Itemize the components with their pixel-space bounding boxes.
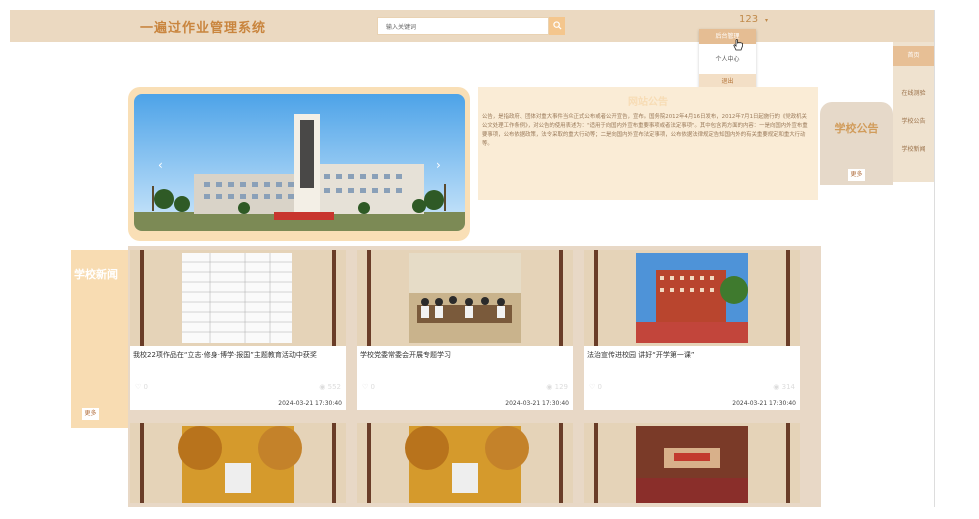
like-icon: ♡ [135,383,144,391]
news-card-views: ◉ 552 [319,383,341,391]
news-card-date: 2024-03-21 17:30:40 [732,400,796,407]
news-card[interactable] [584,423,800,503]
nav-item-online-test[interactable]: 在线测验 [893,84,934,104]
school-news-more-button[interactable]: 更多 [82,408,99,420]
site-title: 一遍过作业管理系统 [140,21,267,36]
news-card-likes: ♡ 0 [135,383,148,391]
menu-item-admin[interactable]: 后台管理 [699,29,756,44]
eye-icon: ◉ [773,383,782,391]
news-card[interactable] [130,423,346,503]
news-card[interactable]: 学校党委常委会开展专题学习 ♡ 0 ◉ 129 2024-03-21 17:30… [357,250,573,410]
user-menu[interactable]: 123 [739,14,758,25]
news-card-image [357,250,573,346]
school-notice-title: 学校公告 [834,122,879,135]
news-card[interactable]: 法治宣传进校园 讲好“开学第一课” ♡ 0 ◉ 314 2024-03-21 1… [584,250,800,410]
nav-item-home[interactable]: 首页 [893,46,934,66]
news-card-views: ◉ 314 [773,383,795,391]
news-card-date: 2024-03-21 17:30:40 [505,400,569,407]
news-card-image [130,250,346,346]
eye-icon: ◉ [546,383,555,391]
search-button[interactable] [549,17,565,35]
user-dropdown: 后台管理 个人中心 退出 [699,29,756,92]
views-count: 314 [781,383,795,391]
news-card[interactable] [357,423,573,503]
news-card-image [357,423,573,503]
likes-count: 0 [143,383,148,391]
search-input[interactable]: 输入关键词 [377,17,549,35]
nav-item-school-notice[interactable]: 学校公告 [893,112,934,132]
banner-carousel[interactable] [134,94,465,231]
views-count: 552 [327,383,341,391]
like-icon: ♡ [362,383,371,391]
news-card-image [584,250,800,346]
menu-item-profile[interactable]: 个人中心 [699,52,756,67]
top-header: 一遍过作业管理系统 输入关键词 123 ▾ [10,10,934,42]
news-card[interactable]: 我校22项作品在“立志·修身·博学·报国”主题教育活动中获奖 ♡ 0 ◉ 552… [130,250,346,410]
news-card-views: ◉ 129 [546,383,568,391]
news-card-date: 2024-03-21 17:30:40 [278,400,342,407]
banner-image [134,94,465,231]
app-window: 一遍过作业管理系统 输入关键词 123 ▾ 后台管理 个人中心 退出 首页 在线… [10,10,935,507]
news-card-likes: ♡ 0 [589,383,602,391]
news-card-image [584,423,800,503]
school-notice-more-button[interactable]: 更多 [848,169,865,181]
news-card-image [130,423,346,503]
news-card-title: 我校22项作品在“立志·修身·博学·报国”主题教育活动中获奖 [133,351,317,359]
news-card-likes: ♡ 0 [362,383,375,391]
chevron-down-icon[interactable]: ▾ [765,17,768,24]
right-nav: 首页 在线测验 学校公告 学校新闻 [893,42,934,182]
chevron-right-icon[interactable]: › [436,158,441,172]
hand-cursor-icon [733,39,743,51]
views-count: 129 [554,383,568,391]
news-card-title: 学校党委常委会开展专题学习 [360,351,451,359]
eye-icon: ◉ [319,383,328,391]
likes-count: 0 [597,383,602,391]
news-card-title: 法治宣传进校园 讲好“开学第一课” [587,351,695,359]
nav-item-school-news[interactable]: 学校新闻 [893,140,934,160]
likes-count: 0 [370,383,375,391]
chevron-left-icon[interactable]: ‹ [158,158,163,172]
like-icon: ♡ [589,383,598,391]
search-icon [553,21,562,30]
site-notice-title: 网站公告 [628,97,668,108]
school-news-title: 学校新闻 [74,268,118,281]
site-notice-body: 公告，是指政府、团体对重大事件当众正式公布或者公开宣告，宣布。国务院2012年4… [482,114,808,147]
